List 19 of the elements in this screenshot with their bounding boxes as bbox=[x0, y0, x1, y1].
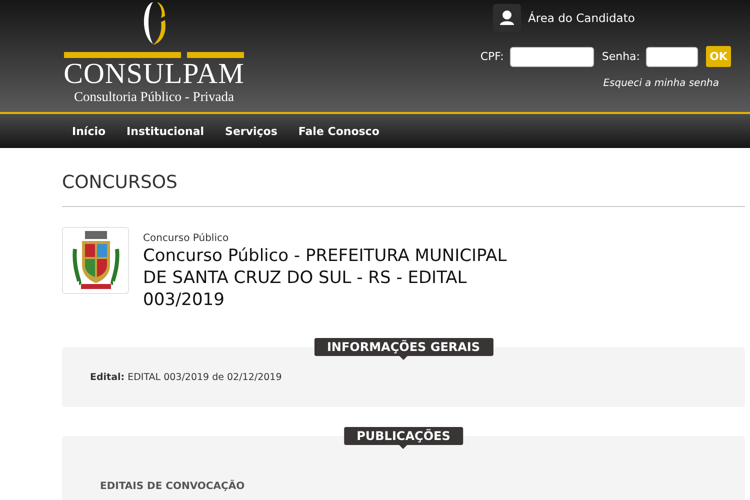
logo-name: CONSULPAM bbox=[64, 59, 244, 89]
page-title: CONCURSOS bbox=[62, 172, 745, 207]
candidate-area-link[interactable]: Área do Candidato bbox=[528, 11, 635, 25]
cpf-label: CPF: bbox=[480, 50, 504, 63]
nav-link[interactable]: Institucional bbox=[126, 124, 204, 138]
password-label: Senha: bbox=[602, 50, 640, 63]
forgot-password-link[interactable]: Esqueci a minha senha bbox=[603, 78, 719, 89]
info-line: Edital: EDITAL 003/2019 de 02/12/2019 bbox=[90, 372, 283, 383]
nav-link[interactable]: Fale Conosco bbox=[298, 124, 380, 138]
contest-category: Concurso Público bbox=[143, 233, 230, 244]
logo-tagline: Consultoria Público - Privada bbox=[74, 89, 234, 105]
subsection-heading: EDITAIS DE CONVOCAÇÃO bbox=[100, 481, 246, 492]
nav-link[interactable]: Serviços bbox=[225, 124, 278, 138]
contest-title: Concurso Público - PREFEITURA MUNICIPAL DE SANTA CRUZ DO SUL - RS - EDITAL 003/2019 bbox=[143, 245, 508, 311]
cpf-input[interactable] bbox=[510, 46, 594, 66]
logo-bar-icon bbox=[64, 52, 244, 59]
user-icon[interactable] bbox=[493, 4, 521, 32]
nav-link[interactable]: Início bbox=[72, 124, 106, 138]
password-input[interactable] bbox=[646, 46, 698, 66]
